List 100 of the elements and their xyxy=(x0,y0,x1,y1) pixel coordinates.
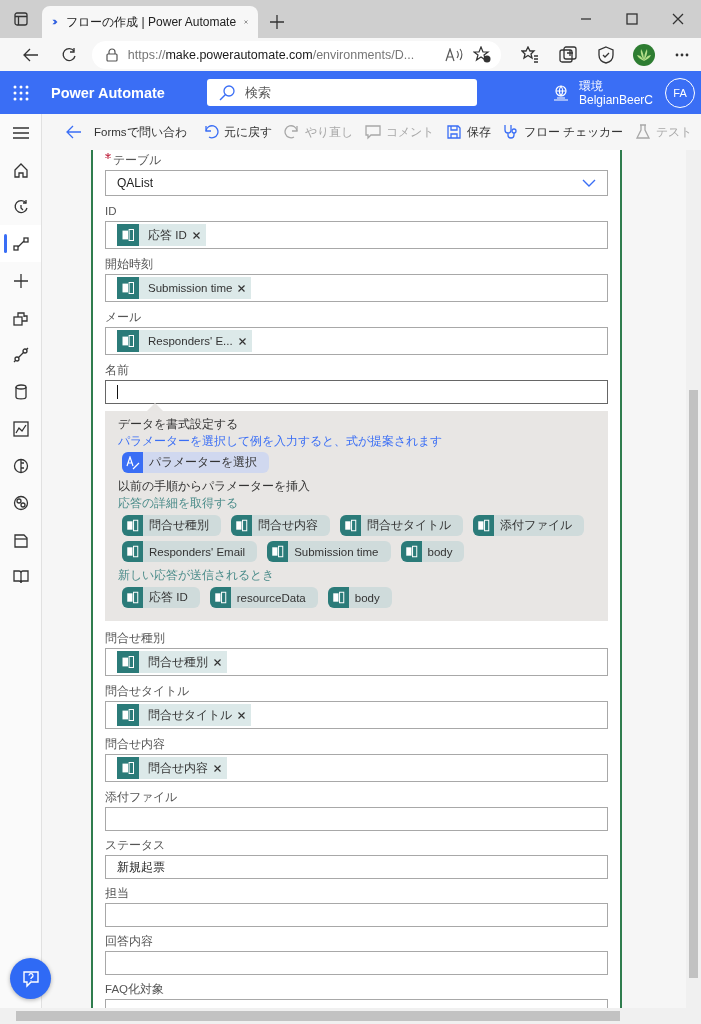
help-chat-icon xyxy=(21,969,40,988)
redo-icon xyxy=(283,124,300,140)
token-chip[interactable]: body xyxy=(400,541,465,562)
input-field[interactable]: 新規起票 xyxy=(105,855,608,879)
search-icon xyxy=(219,84,235,101)
input-field[interactable]: Submission time xyxy=(105,274,608,302)
field-label: FAQ化対象 xyxy=(105,982,164,997)
input-field[interactable] xyxy=(105,951,608,975)
shield-icon[interactable] xyxy=(597,45,615,64)
forms-icon xyxy=(122,515,143,536)
menu-icon[interactable] xyxy=(12,126,29,139)
remove-icon[interactable] xyxy=(192,231,200,239)
input-field[interactable] xyxy=(105,903,608,927)
token-chip[interactable]: body xyxy=(327,587,392,608)
environment-name[interactable]: BelgianBeerC xyxy=(578,92,653,107)
format-icon xyxy=(125,455,140,470)
favorite-add-icon[interactable] xyxy=(473,46,491,63)
field-label: 問合せ種別 xyxy=(105,631,165,646)
select-parameter-button[interactable]: パラメーターを選択 xyxy=(122,452,269,473)
token-chip[interactable]: 問合せ種別 xyxy=(117,651,227,673)
collections-icon[interactable] xyxy=(559,45,577,64)
toolbar-button[interactable]: 元に戻す xyxy=(202,124,272,140)
comment-icon xyxy=(364,124,381,140)
back-arrow-icon[interactable] xyxy=(66,125,82,139)
token-chip[interactable]: 問合せ種別 xyxy=(122,515,221,536)
field-label: 問合せタイトル xyxy=(105,684,189,699)
token-chip[interactable]: resourceData xyxy=(209,587,318,608)
forms-icon xyxy=(117,704,139,726)
remove-icon[interactable] xyxy=(214,764,221,772)
book-icon[interactable] xyxy=(12,568,29,585)
token-chip[interactable]: Submission time xyxy=(267,541,391,562)
app-launcher-icon[interactable] xyxy=(13,84,29,101)
horizontal-scrollbar[interactable] xyxy=(0,1008,701,1024)
search-field[interactable]: 検索 xyxy=(207,79,477,106)
chevron-down-icon xyxy=(582,179,596,187)
input-field[interactable]: Responders' E... xyxy=(105,327,608,355)
remove-icon[interactable] xyxy=(238,284,246,292)
refresh-icon[interactable] xyxy=(60,46,77,63)
token-chip[interactable]: 添付ファイル xyxy=(473,515,584,536)
token-chip[interactable]: Responders' Email xyxy=(122,541,258,562)
input-field[interactable]: 応答 ID xyxy=(105,221,608,249)
input-field[interactable] xyxy=(105,807,608,831)
token-chip[interactable]: Submission time xyxy=(117,277,252,299)
favorites-icon[interactable] xyxy=(521,45,539,64)
group-heading: 新しい応答が送信されるとき xyxy=(118,568,275,583)
plus-icon[interactable] xyxy=(12,272,29,289)
read-aloud-icon[interactable] xyxy=(445,47,463,62)
scrollbar-thumb[interactable] xyxy=(16,1011,620,1021)
token-chip[interactable]: 問合せタイトル xyxy=(117,704,251,726)
new-tab-icon[interactable] xyxy=(270,15,284,29)
token-chip[interactable]: Responders' E... xyxy=(117,330,252,352)
undo-icon xyxy=(202,124,219,140)
forms-icon xyxy=(209,587,231,608)
chart-icon[interactable] xyxy=(12,420,29,437)
field-label: メール xyxy=(105,310,141,325)
remove-icon[interactable] xyxy=(214,658,221,666)
field-label: テーブル xyxy=(113,153,161,168)
flow-name: Formsで問い合わ xyxy=(94,124,187,140)
forms-icon xyxy=(122,587,143,608)
tab-actions-icon[interactable] xyxy=(14,12,28,26)
input-field[interactable]: 問合せ内容 xyxy=(105,754,608,782)
lock-icon xyxy=(105,47,118,62)
forms-icon xyxy=(473,515,494,536)
token-chip[interactable]: 応答 ID xyxy=(122,587,200,608)
vertical-scrollbar[interactable] xyxy=(686,150,701,1008)
remove-icon[interactable] xyxy=(238,337,246,345)
close-icon[interactable] xyxy=(672,13,684,25)
address-field[interactable]: https://make.powerautomate.com/environments/D... xyxy=(91,40,501,69)
input-field[interactable] xyxy=(105,380,608,404)
home-icon[interactable] xyxy=(12,161,29,178)
document-icon[interactable] xyxy=(12,531,29,548)
token-chip[interactable]: 問合せ内容 xyxy=(117,757,227,779)
forms-icon xyxy=(327,587,349,608)
profile-avatar-icon[interactable] xyxy=(633,43,655,66)
forms-icon xyxy=(267,541,289,562)
templates-icon[interactable] xyxy=(12,309,29,326)
token-chip[interactable]: 応答 ID xyxy=(117,224,206,246)
toolbar-button[interactable]: 保存 xyxy=(445,124,491,140)
plug-icon[interactable] xyxy=(12,346,29,363)
section-heading: 以前の手順からパラメーターを挿入 xyxy=(118,478,311,495)
database-icon[interactable] xyxy=(12,383,29,400)
environment-icon[interactable] xyxy=(552,84,569,101)
toolbar-button[interactable]: フロー チェッカー xyxy=(502,124,623,140)
forms-icon xyxy=(117,757,139,779)
flow-icon[interactable] xyxy=(12,235,29,252)
app-name[interactable]: Power Automate xyxy=(51,84,207,101)
back-icon[interactable] xyxy=(22,47,39,62)
forms-icon xyxy=(340,515,361,536)
dropdown-field[interactable]: QAList xyxy=(105,170,608,196)
panel-title: データを書式設定する xyxy=(118,416,239,433)
input-field[interactable]: 問合せタイトル xyxy=(105,701,608,729)
browser-tab[interactable]: フローの作成 | Power Automate xyxy=(42,6,258,38)
input-field[interactable]: 問合せ種別 xyxy=(105,648,608,676)
maximize-icon[interactable] xyxy=(626,13,638,25)
remove-icon[interactable] xyxy=(238,711,245,719)
token-chip[interactable]: 問合せ内容 xyxy=(231,515,330,536)
more-icon[interactable] xyxy=(675,52,689,57)
scrollbar-thumb[interactable] xyxy=(689,390,698,978)
clock-icon[interactable] xyxy=(12,198,29,215)
token-chip[interactable]: 問合せタイトル xyxy=(340,515,463,536)
